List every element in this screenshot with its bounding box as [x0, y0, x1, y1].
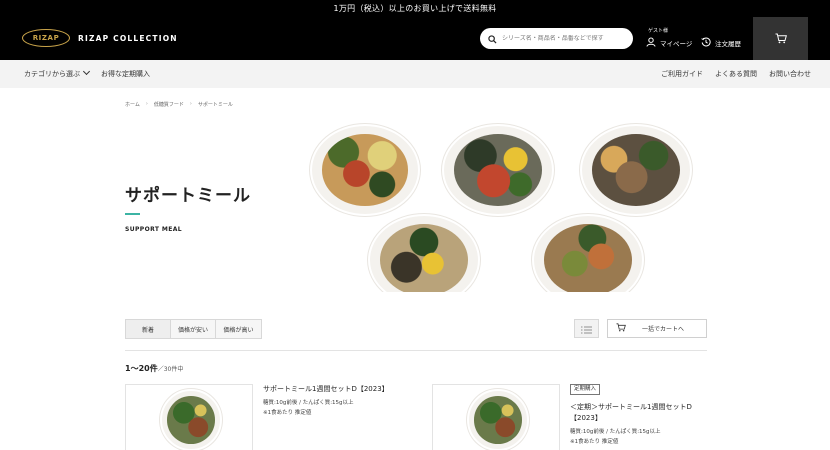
product-note: ※1食あたり 推定値 [263, 410, 312, 416]
category-menu-label: カテゴリから選ぶ [24, 70, 80, 78]
meal-plate-image [310, 124, 420, 216]
subscription-badge: 定期購入 [570, 384, 601, 395]
breadcrumb-category[interactable]: 低糖質フード [154, 101, 184, 108]
logo-mark: RIZAP [22, 29, 70, 47]
guide-link[interactable]: ご利用ガイド [661, 60, 703, 88]
search-input[interactable] [502, 35, 627, 42]
meal-plate-image [160, 389, 222, 450]
secondary-nav: カテゴリから選ぶ お得な定期購入 ご利用ガイド よくある質問 お問い合わせ [0, 60, 830, 88]
meal-plate-image [442, 124, 554, 216]
cart-icon [775, 29, 787, 48]
divider [125, 350, 707, 351]
meal-plate-image [467, 389, 529, 450]
sort-price-low-button[interactable]: 価格が安い [171, 320, 216, 338]
history-icon [701, 37, 711, 49]
sort-newest-button[interactable]: 新着 [126, 320, 171, 338]
bulk-add-to-cart-button[interactable]: 一括でカートへ [607, 319, 707, 338]
product-name[interactable]: サポートミール1週間セットD【2023】 [263, 384, 423, 395]
guest-label: ゲスト様 [648, 28, 669, 34]
breadcrumb-current: サポートミール [197, 102, 233, 108]
sort-options: 新着 価格が安い 価格が高い [125, 319, 262, 339]
search-box[interactable] [480, 28, 633, 49]
faq-link[interactable]: よくある質問 [715, 60, 757, 88]
result-count: 1〜20件／30件中 [125, 363, 183, 374]
hero-image [300, 120, 710, 292]
mypage-link[interactable]: マイページ [646, 37, 692, 49]
breadcrumb: ホーム › 低糖質フード › サポートミール [125, 101, 233, 108]
title-accent-line [125, 213, 140, 215]
search-icon[interactable] [488, 29, 497, 48]
contact-link[interactable]: お問い合わせ [769, 60, 811, 88]
product-spec: 糖質:10g前後 / たんぱく質:15g以上 [570, 429, 661, 435]
product-image[interactable] [125, 384, 253, 450]
product-note: ※1食あたり 推定値 [570, 439, 619, 445]
result-range: 1〜20件 [125, 364, 158, 373]
result-total: ／30件中 [157, 366, 184, 373]
breadcrumb-home[interactable]: ホーム [125, 101, 140, 108]
list-view-button[interactable] [574, 319, 599, 338]
list-icon [581, 319, 592, 338]
chevron-down-icon [82, 67, 91, 76]
user-icon [646, 37, 656, 49]
meal-plate-image [580, 124, 692, 216]
logo[interactable]: RIZAP RIZAP COLLECTION [22, 29, 178, 47]
product-spec: 糖質:10g前後 / たんぱく質:15g以上 [263, 400, 354, 406]
cart-button[interactable] [753, 17, 808, 60]
history-label: 注文履歴 [715, 40, 741, 48]
category-menu[interactable]: カテゴリから選ぶ [24, 60, 91, 88]
meal-plate-image [368, 214, 480, 292]
cart-icon [616, 323, 626, 334]
product-image[interactable] [432, 384, 560, 450]
product-name[interactable]: ＜定期＞サポートミール1週間セットD【2023】 [570, 402, 710, 424]
breadcrumb-separator: › [145, 101, 148, 107]
logo-text: RIZAP COLLECTION [78, 33, 178, 43]
page-title: サポートミール [125, 186, 251, 206]
subscription-link[interactable]: お得な定期購入 [101, 60, 150, 88]
meal-plate-image [532, 214, 644, 292]
site-header: RIZAP RIZAP COLLECTION ゲスト様 マイページ 注文履歴 [0, 17, 830, 60]
mypage-label: マイページ [660, 40, 693, 48]
promo-banner: 1万円（税込）以上のお買い上げで送料無料 [0, 0, 830, 17]
sort-price-high-button[interactable]: 価格が高い [216, 320, 261, 338]
breadcrumb-separator: › [189, 101, 192, 107]
order-history-link[interactable]: 注文履歴 [701, 37, 741, 49]
page-subtitle: SUPPORT MEAL [125, 226, 182, 233]
bulk-add-to-cart-label: 一括でカートへ [642, 326, 685, 333]
